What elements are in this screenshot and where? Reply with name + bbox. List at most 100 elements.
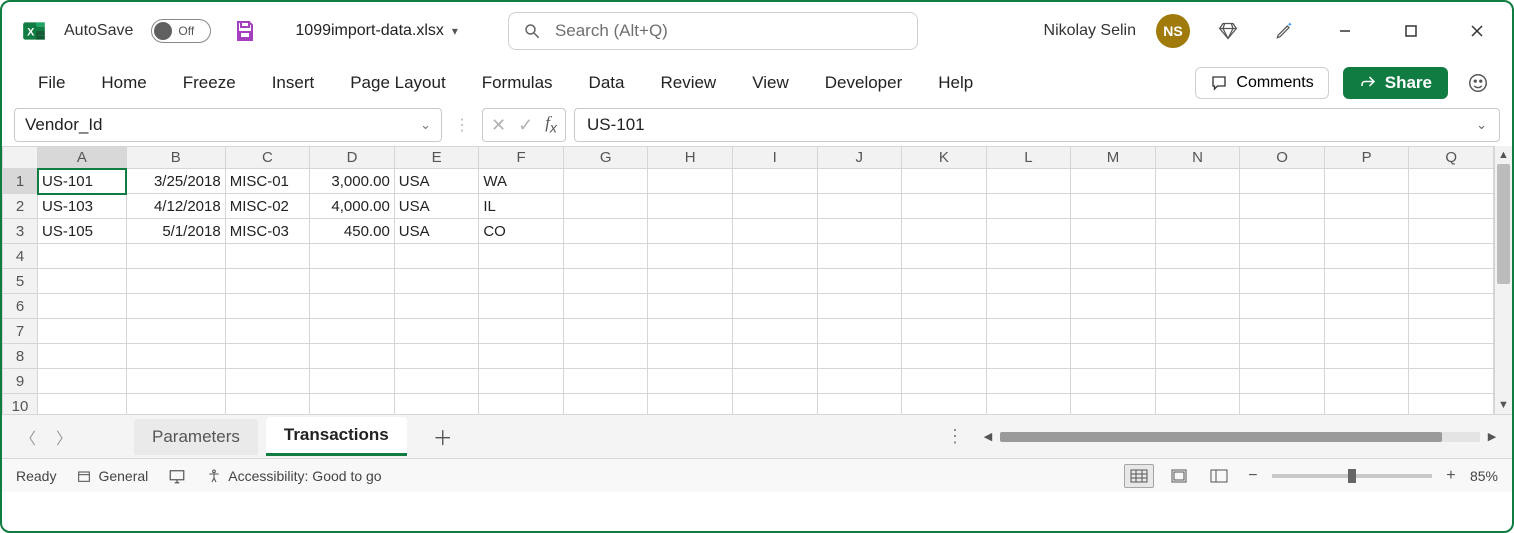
cell[interactable] [394,294,479,319]
cell[interactable] [817,319,902,344]
cell[interactable] [1240,394,1325,415]
sheet-tab-transactions[interactable]: Transactions [266,417,407,456]
cell[interactable]: 4,000.00 [310,194,395,219]
cell[interactable] [1240,269,1325,294]
cell[interactable] [394,269,479,294]
cell[interactable] [817,269,902,294]
cell[interactable] [732,269,817,294]
cell[interactable] [1409,244,1494,269]
cell[interactable] [1409,194,1494,219]
tab-review[interactable]: Review [642,65,734,101]
cell[interactable] [986,219,1071,244]
cell[interactable] [648,369,733,394]
cell[interactable] [1155,344,1240,369]
cell[interactable]: US-105 [38,219,127,244]
cell[interactable] [986,319,1071,344]
grid-main[interactable]: A B C D E F G H I J K L M N O P Q [2,146,1494,414]
cell[interactable] [225,269,310,294]
cell[interactable] [986,194,1071,219]
cell[interactable] [1155,294,1240,319]
cell[interactable] [310,344,395,369]
cell[interactable] [126,369,225,394]
col-header[interactable]: Q [1409,147,1494,169]
cell[interactable] [732,294,817,319]
col-header[interactable]: E [394,147,479,169]
cell[interactable]: 450.00 [310,219,395,244]
cell[interactable] [479,319,564,344]
cell[interactable] [1071,194,1156,219]
cell[interactable] [1071,244,1156,269]
comments-button[interactable]: Comments [1195,67,1328,99]
view-normal-icon[interactable] [1124,464,1154,488]
cell[interactable] [563,319,648,344]
cell[interactable] [479,294,564,319]
row-header[interactable]: 2 [3,194,38,219]
cell[interactable] [648,244,733,269]
col-header[interactable]: P [1324,147,1409,169]
sheet-options-icon[interactable]: ⋮ [940,426,970,447]
tab-insert[interactable]: Insert [254,65,333,101]
cell[interactable] [817,394,902,415]
avatar[interactable]: NS [1156,14,1190,48]
cell[interactable] [1155,369,1240,394]
col-header[interactable]: K [902,147,987,169]
cell[interactable] [1409,394,1494,415]
cell[interactable] [563,344,648,369]
cell[interactable] [1240,219,1325,244]
col-header[interactable]: D [310,147,395,169]
filename[interactable]: 1099import-data.xlsx ▾ [295,22,458,40]
cell[interactable] [563,244,648,269]
col-header[interactable]: C [225,147,310,169]
cell[interactable] [38,344,127,369]
cell[interactable] [817,169,902,194]
cell[interactable] [817,294,902,319]
spreadsheet[interactable]: A B C D E F G H I J K L M N O P Q [2,146,1494,414]
cell[interactable] [38,269,127,294]
sheet-tab-parameters[interactable]: Parameters [134,419,258,455]
cell[interactable] [225,394,310,415]
cell[interactable] [902,294,987,319]
cell[interactable] [648,294,733,319]
cell[interactable]: USA [394,169,479,194]
cell[interactable] [902,244,987,269]
tab-developer[interactable]: Developer [807,65,921,101]
cell[interactable] [479,369,564,394]
cell[interactable] [1409,344,1494,369]
sheet-nav-prev-icon[interactable]: 〈 [14,423,42,451]
cell[interactable] [1240,369,1325,394]
cell[interactable] [479,244,564,269]
cell[interactable] [817,369,902,394]
cell[interactable] [479,394,564,415]
cell[interactable] [394,394,479,415]
cell[interactable] [986,394,1071,415]
cell[interactable] [1324,244,1409,269]
cell[interactable] [1324,219,1409,244]
cell[interactable] [225,344,310,369]
cell[interactable] [126,344,225,369]
scrollbar-track[interactable] [1495,164,1512,396]
cell[interactable] [1409,294,1494,319]
cell[interactable] [1155,169,1240,194]
horizontal-scrollbar[interactable]: ◀ ▶ [980,429,1500,445]
cell[interactable] [1324,369,1409,394]
cell[interactable] [1240,169,1325,194]
cell[interactable]: 3,000.00 [310,169,395,194]
cell[interactable] [1324,294,1409,319]
tab-page-layout[interactable]: Page Layout [332,65,463,101]
cell[interactable] [1324,394,1409,415]
cell[interactable] [902,194,987,219]
cell[interactable] [986,344,1071,369]
row-header[interactable]: 8 [3,344,38,369]
cell[interactable] [310,394,395,415]
cell[interactable] [1071,319,1156,344]
cell[interactable] [563,369,648,394]
diamond-icon[interactable] [1210,13,1246,49]
cell[interactable] [225,319,310,344]
cell[interactable] [1409,369,1494,394]
scrollbar-thumb[interactable] [1497,164,1510,284]
autosave-toggle[interactable]: Off [151,19,211,43]
cell[interactable] [1155,269,1240,294]
cell[interactable] [1324,344,1409,369]
formula-input[interactable]: US-101 ⌄ [574,108,1500,142]
row-header[interactable]: 5 [3,269,38,294]
